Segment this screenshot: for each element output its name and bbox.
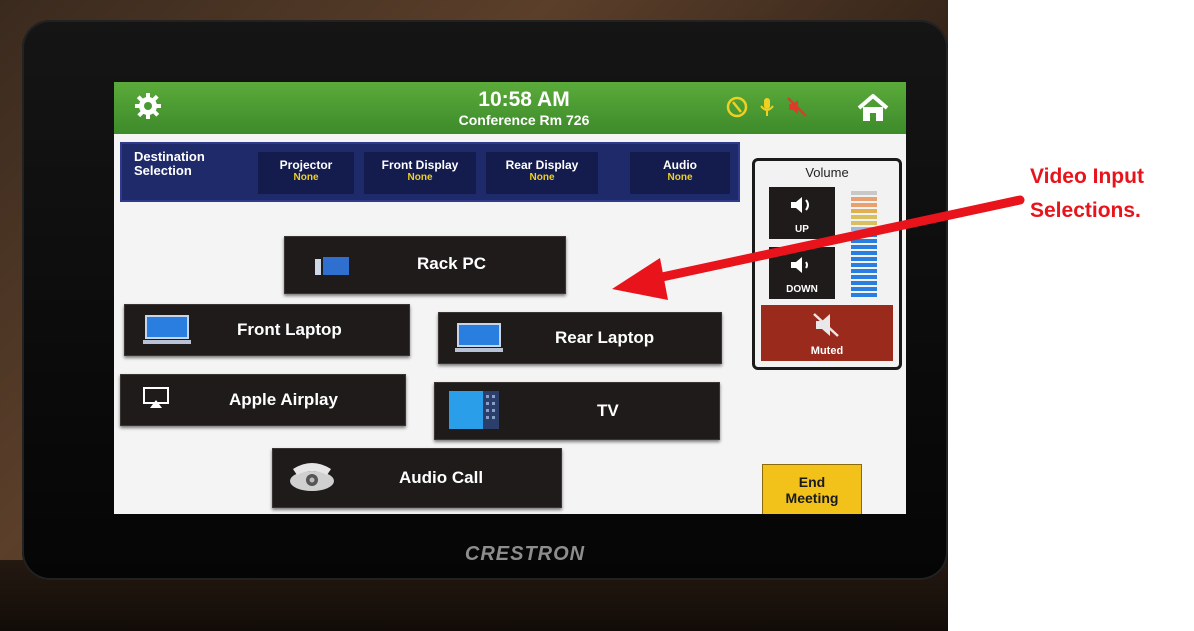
source-rack-pc-button[interactable]: Rack PC xyxy=(284,236,566,294)
meter-segment xyxy=(851,293,877,297)
source-audio-call-button[interactable]: Audio Call xyxy=(272,448,562,508)
home-icon[interactable] xyxy=(856,92,890,124)
laptop-icon xyxy=(143,315,191,344)
source-apple-airplay-button[interactable]: Apple Airplay xyxy=(120,374,406,426)
destination-front-display-button[interactable]: Front Display None xyxy=(364,152,476,194)
tv-icon xyxy=(449,391,499,429)
speaker-muted-icon xyxy=(787,97,807,117)
source-front-laptop-button[interactable]: Front Laptop xyxy=(124,304,410,356)
rack-pc-icon xyxy=(315,257,349,275)
meter-segment xyxy=(851,269,877,273)
brand-logo: CRESTRON xyxy=(464,543,586,565)
meter-segment xyxy=(851,245,877,249)
laptop-icon xyxy=(455,323,503,352)
destination-audio-button[interactable]: Audio None xyxy=(630,152,730,194)
meter-segment xyxy=(851,251,877,255)
meter-segment xyxy=(851,215,877,219)
speaker-up-icon xyxy=(791,197,809,213)
meter-segment xyxy=(851,275,877,279)
speaker-down-icon xyxy=(791,257,808,273)
speaker-muted-icon xyxy=(813,313,839,337)
room-name: Conference Rm 726 xyxy=(458,112,590,128)
meter-segment xyxy=(851,287,877,291)
destination-rear-display-button[interactable]: Rear Display None xyxy=(486,152,598,194)
meter-segment xyxy=(851,233,877,237)
meter-segment xyxy=(851,197,877,201)
meter-segment xyxy=(851,191,877,195)
meter-segment xyxy=(851,257,877,261)
clock-time: 10:58 AM xyxy=(478,88,570,111)
destination-title: Destination Selection xyxy=(134,149,205,178)
source-tv-button[interactable]: TV xyxy=(434,382,720,440)
source-rear-laptop-button[interactable]: Rear Laptop xyxy=(438,312,722,364)
mute-button[interactable]: Muted xyxy=(761,305,893,361)
top-bar: 10:58 AM Conference Rm 726 xyxy=(114,82,906,134)
meter-segment xyxy=(851,203,877,207)
phone-icon xyxy=(290,463,334,491)
end-meeting-button[interactable]: End Meeting xyxy=(762,464,862,514)
presence-status-icon xyxy=(726,96,748,118)
annotation-label: Video Input Selections. xyxy=(1030,165,1144,222)
meter-segment xyxy=(851,221,877,225)
gear-icon[interactable] xyxy=(134,92,162,120)
meter-segment xyxy=(851,227,877,231)
meter-segment xyxy=(851,263,877,267)
volume-panel: Volume UP DOWN Muted xyxy=(752,158,902,370)
volume-down-button[interactable]: DOWN xyxy=(769,247,835,299)
meter-segment xyxy=(851,209,877,213)
microphone-muted-icon xyxy=(760,98,774,116)
volume-title: Volume xyxy=(805,165,849,180)
airplay-icon xyxy=(143,387,169,408)
touch-panel-screen: 10:58 AM Conference Rm 726 Destination S… xyxy=(114,82,906,514)
meter-segment xyxy=(851,281,877,285)
destination-selection-bar: Destination Selection Projector None Fro… xyxy=(120,142,740,202)
volume-up-button[interactable]: UP xyxy=(769,187,835,239)
meter-segment xyxy=(851,239,877,243)
destination-projector-button[interactable]: Projector None xyxy=(258,152,354,194)
